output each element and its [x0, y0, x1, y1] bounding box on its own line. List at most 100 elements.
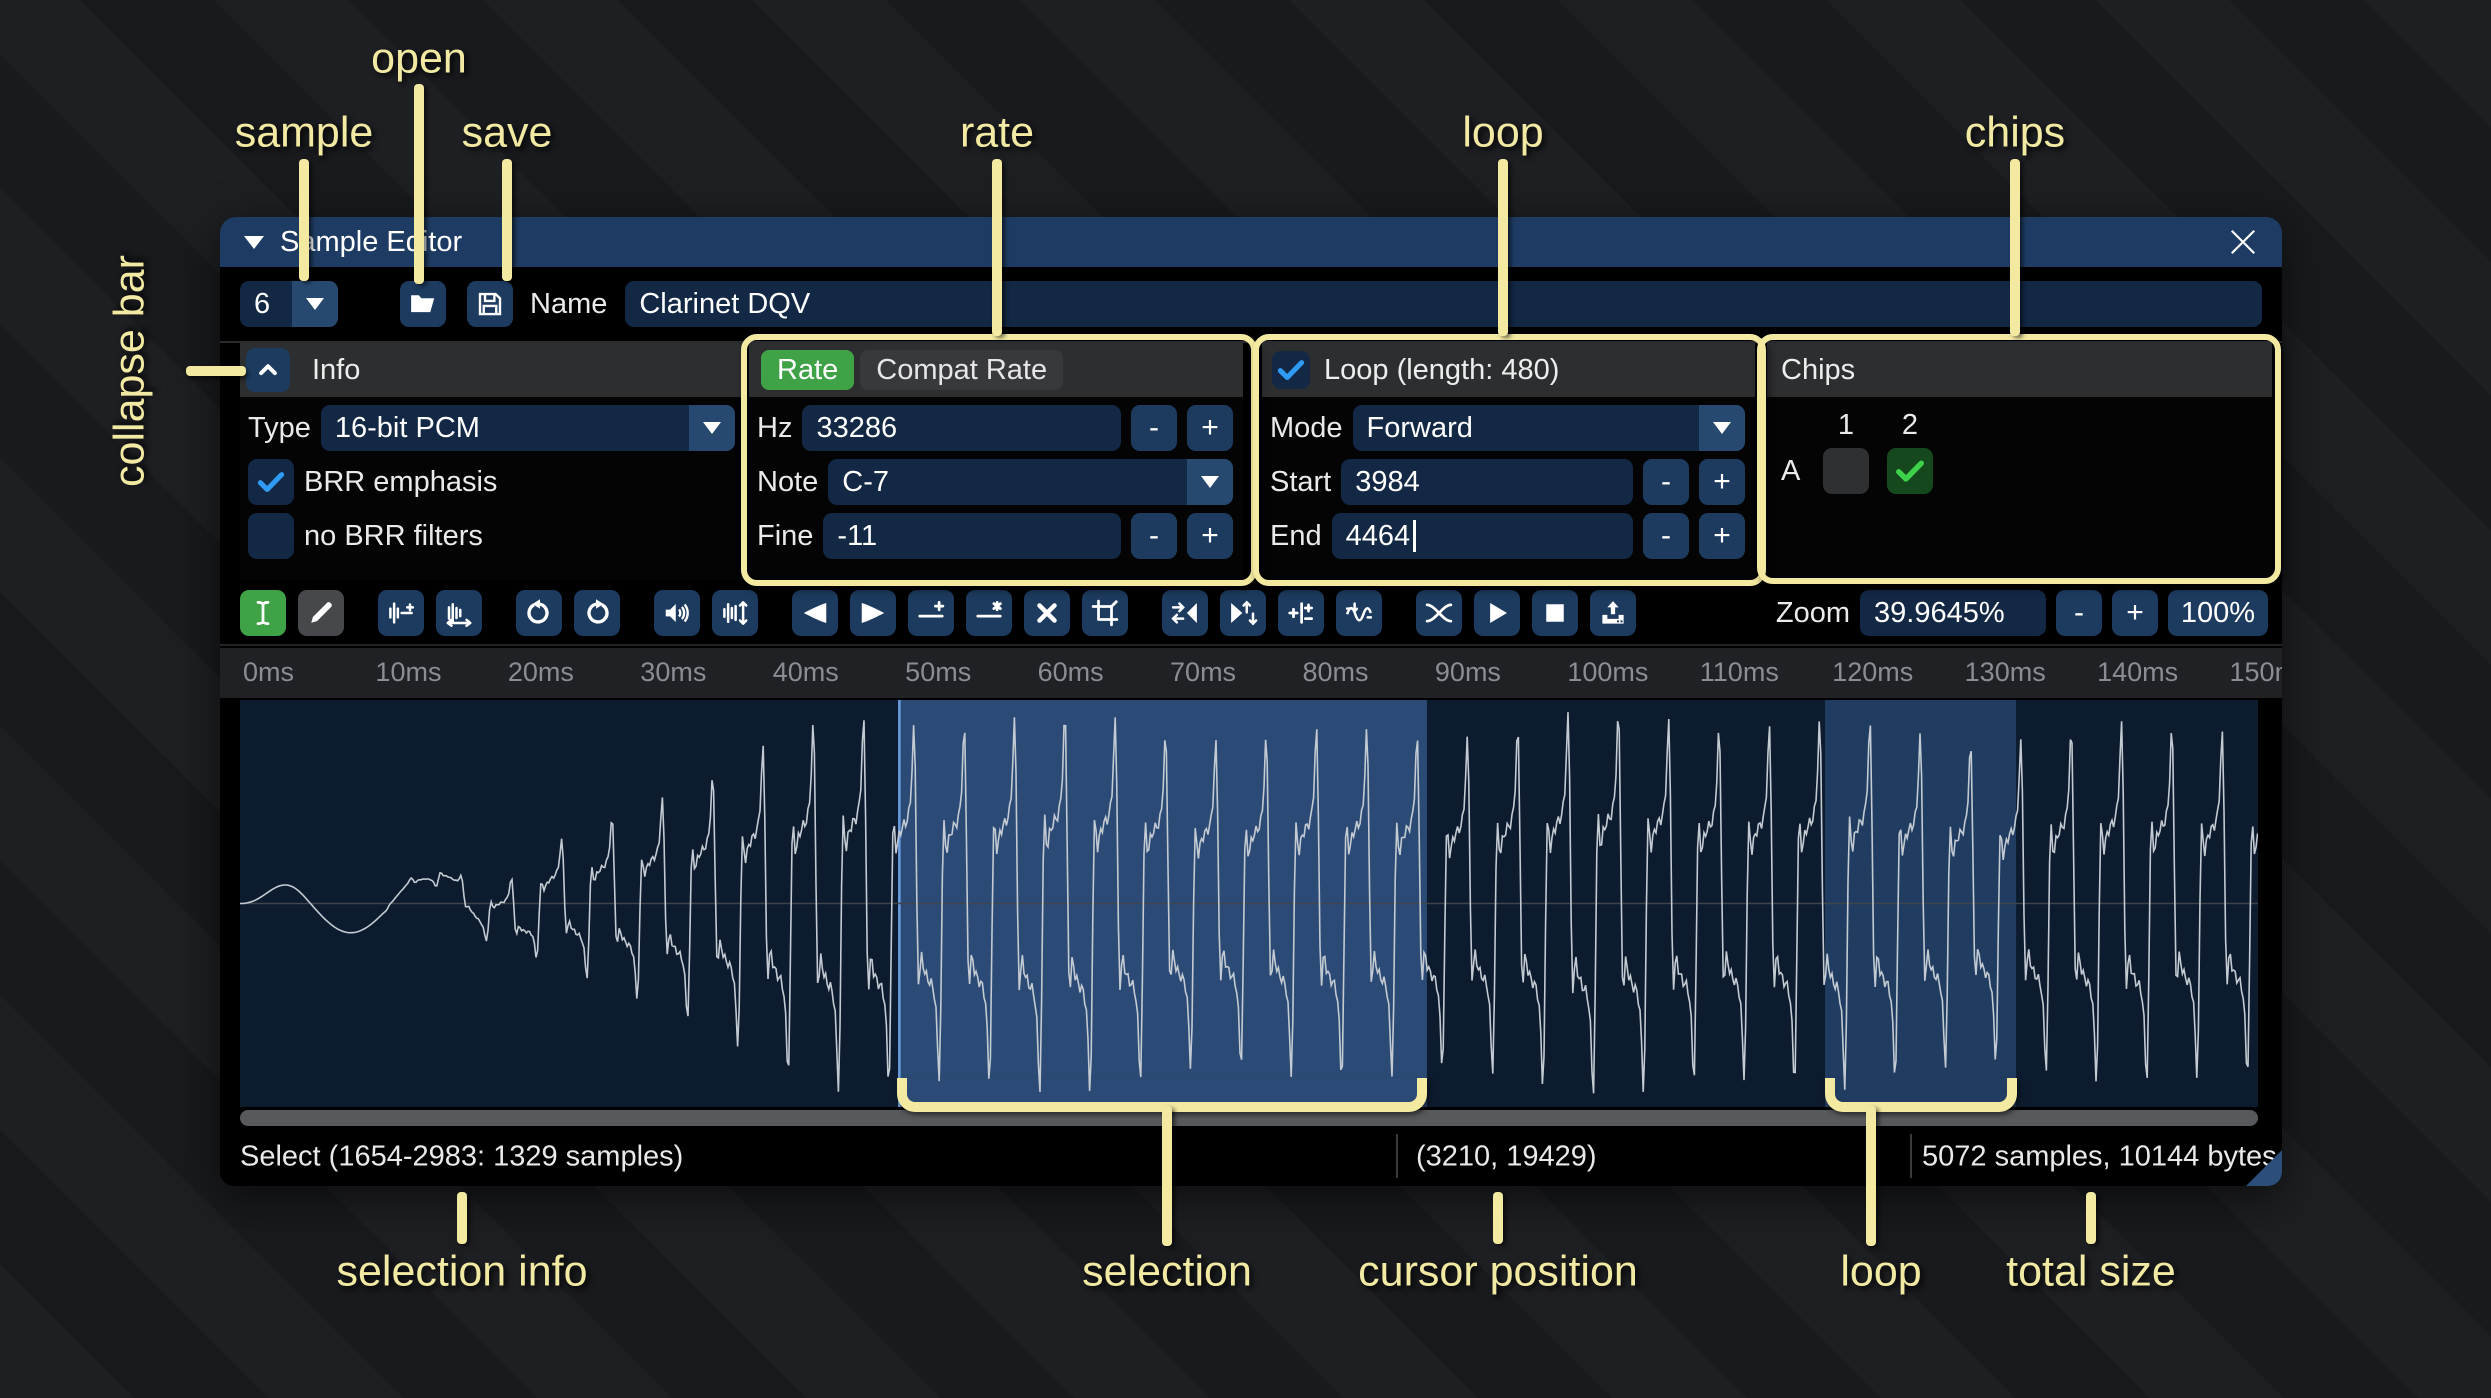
info-panel: Info Type 16-bit PCM BRR emphasis no BRR…	[240, 343, 745, 580]
toolbar-group	[654, 590, 758, 636]
sample-row: 6 Name Clarinet DQV	[220, 267, 2282, 343]
brr-emphasis-label: BRR emphasis	[304, 465, 498, 498]
normalize-button[interactable]	[712, 590, 758, 636]
annotation-selection-info: selection info	[336, 1247, 588, 1296]
toolbar-group	[1416, 590, 1636, 636]
timeline-tick: 70ms	[1170, 657, 1237, 687]
annotation-line-rate	[992, 159, 1002, 336]
annotation-selection: selection	[1082, 1247, 1252, 1296]
timeline-tick: 40ms	[772, 657, 839, 687]
annotation-loop-bottom: loop	[1840, 1247, 1922, 1296]
timeline-tick: 20ms	[507, 657, 574, 687]
timeline-tick: 130ms	[1964, 657, 2046, 687]
zoom-out-button[interactable]: -	[2056, 590, 2102, 636]
draw-button[interactable]	[298, 590, 344, 636]
toolbar-group	[240, 590, 344, 636]
fade-in-button[interactable]	[792, 590, 838, 636]
filter-button[interactable]	[1336, 590, 1382, 636]
timeline-tick: 30ms	[640, 657, 707, 687]
zoom-controls: Zoom 39.9645% - + 100%	[1776, 590, 2268, 636]
timeline-tick: 80ms	[1302, 657, 1369, 687]
resize-grip[interactable]	[2246, 1150, 2282, 1186]
select-button[interactable]	[240, 590, 286, 636]
total-size-text: 5072 samples, 10144 bytes	[1922, 1140, 2277, 1173]
annotation-line-collapse-bar	[186, 366, 246, 376]
toolbar-group	[792, 590, 1128, 636]
type-selector[interactable]: 16-bit PCM	[320, 405, 735, 451]
chevron-down-icon[interactable]	[292, 281, 338, 327]
scrollbar-thumb[interactable]	[240, 1110, 2258, 1126]
sample-selector[interactable]: 6	[240, 281, 338, 327]
status-separator	[1396, 1134, 1398, 1178]
waveform-area	[220, 700, 2282, 1107]
zoom-input[interactable]: 39.9645%	[1860, 590, 2046, 636]
annotation-line-selection-info	[457, 1192, 467, 1244]
create-instrument-button[interactable]	[1590, 590, 1636, 636]
name-value: Clarinet DQV	[639, 287, 811, 320]
zoom-reset-button[interactable]: 100%	[2168, 590, 2268, 636]
waveform-scrollbar[interactable]	[240, 1110, 2258, 1126]
amplify-button[interactable]	[654, 590, 700, 636]
chevron-down-icon[interactable]	[689, 405, 735, 451]
resample-button[interactable]	[436, 590, 482, 636]
apply-silence-button[interactable]	[966, 590, 1012, 636]
window-collapse-icon[interactable]	[244, 235, 264, 249]
toolbar-group	[516, 590, 620, 636]
timeline-tick: 60ms	[1037, 657, 1104, 687]
annotation-line-loop	[1498, 159, 1508, 336]
toolbar-group	[1162, 590, 1382, 636]
preview-button[interactable]	[1474, 590, 1520, 636]
name-label: Name	[530, 287, 608, 320]
undo-button[interactable]	[516, 590, 562, 636]
cursor-position-text: (3210, 19429)	[1416, 1140, 1597, 1173]
annotation-save: save	[461, 108, 553, 157]
delete-button[interactable]	[1024, 590, 1070, 636]
stop-button[interactable]	[1532, 590, 1578, 636]
annotation-stem-selection	[1162, 1106, 1172, 1246]
collapse-bar-button[interactable]	[246, 348, 290, 392]
waveform-view[interactable]	[240, 700, 2258, 1107]
titlebar[interactable]: Sample Editor	[220, 217, 2282, 267]
annotation-collapse-bar: collapse bar	[105, 255, 154, 487]
timeline-tick: 100ms	[1567, 657, 1649, 687]
reverse-button[interactable]	[1162, 590, 1208, 636]
redo-button[interactable]	[574, 590, 620, 636]
annotation-line-sample	[299, 159, 309, 281]
timeline-tick: 110ms	[1699, 657, 1779, 687]
zoom-label: Zoom	[1775, 596, 1850, 629]
sample-toolbar: Zoom 39.9645% - + 100%	[220, 582, 2282, 646]
no-brr-filters-label: no BRR filters	[304, 519, 483, 552]
folder-open-icon	[411, 295, 435, 313]
invert-button[interactable]	[1220, 590, 1266, 636]
annotation-box-chips	[1757, 334, 2281, 584]
sign-invert-button[interactable]	[1278, 590, 1324, 636]
toolbar-tools	[240, 590, 1670, 636]
info-panel-title: Info	[312, 353, 361, 386]
annotation-loop-top: loop	[1462, 108, 1544, 157]
crossfade-button[interactable]	[1416, 590, 1462, 636]
annotation-line-cursor-position	[1493, 1192, 1503, 1244]
sample-number: 6	[254, 287, 271, 320]
timeline-tick: 90ms	[1434, 657, 1501, 687]
annotation-rate: rate	[959, 108, 1035, 157]
close-icon[interactable]	[2228, 227, 2258, 257]
fade-out-button[interactable]	[850, 590, 896, 636]
timeline-tick: 50ms	[905, 657, 972, 687]
zoom-in-button[interactable]: +	[2112, 590, 2158, 636]
desktop-background: Sample Editor 6 Name Clarinet DQV Info T…	[0, 0, 2491, 1398]
open-sample-button[interactable]	[400, 281, 446, 327]
status-separator	[1910, 1134, 1912, 1178]
no-brr-filters-checkbox[interactable]	[248, 513, 294, 559]
timeline-ruler[interactable]: 0ms 10ms 20ms 30ms 40ms 50ms 60ms 70ms 80ms 90ms 1…	[220, 648, 2282, 698]
resize-button[interactable]	[378, 590, 424, 636]
save-sample-button[interactable]	[467, 281, 513, 327]
annotation-box-rate	[741, 334, 1257, 586]
timeline-tick: 10ms	[375, 657, 442, 687]
timeline-tick: 150ms	[2229, 657, 2282, 687]
annotation-line-chips	[2010, 159, 2020, 336]
annotation-line-open	[414, 84, 424, 284]
trim-button[interactable]	[1082, 590, 1128, 636]
timeline-tick: 0ms	[243, 657, 295, 687]
insert-silence-button[interactable]	[908, 590, 954, 636]
brr-emphasis-checkbox[interactable]	[248, 459, 294, 505]
